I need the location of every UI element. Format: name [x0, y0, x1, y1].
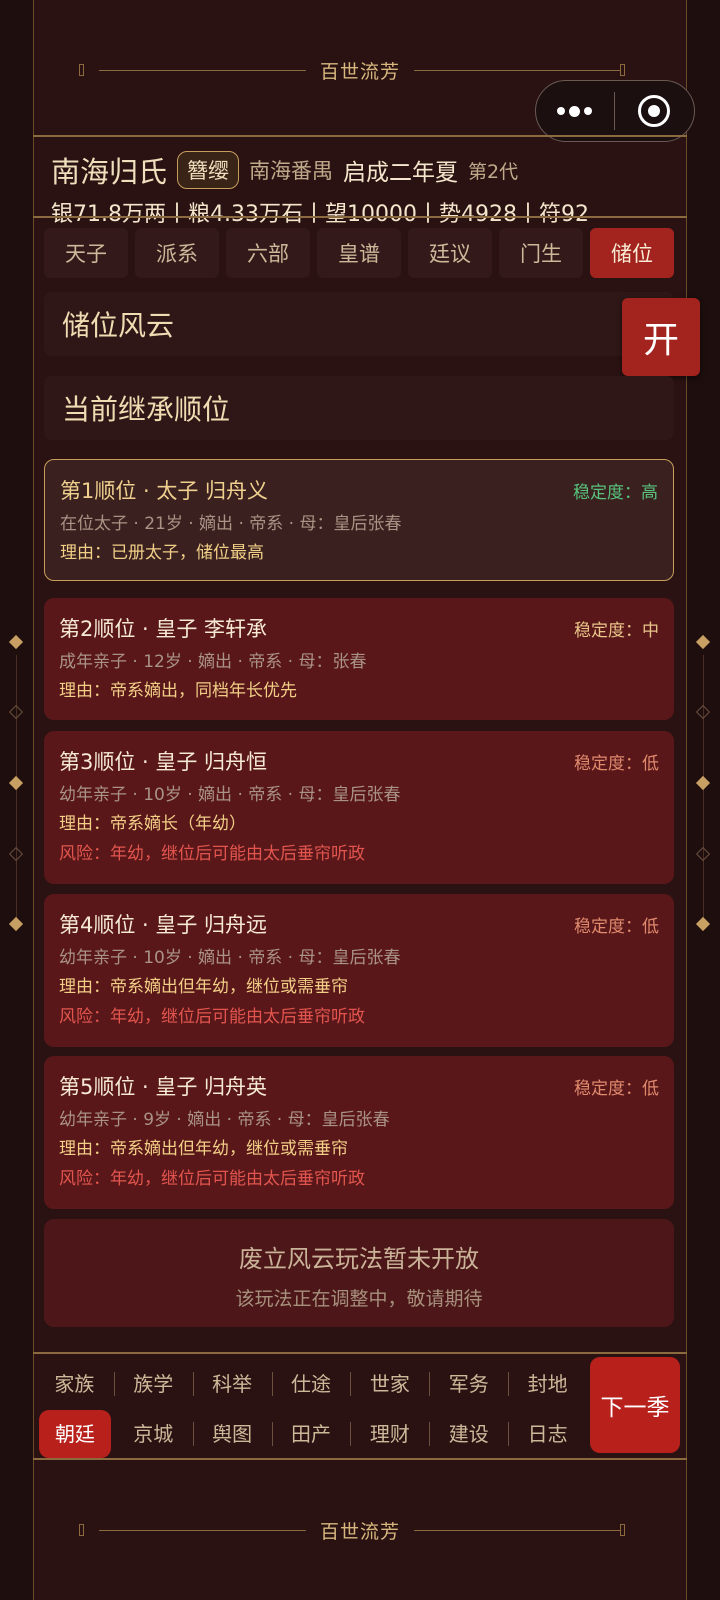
right-diamond-icon — [695, 916, 711, 932]
nav-item-licai[interactable]: 理财 — [350, 1410, 429, 1458]
bottom-nav: 家族 族学 科举 仕途 世家 军务 封地 朝廷 京城 舆图 田产 理财 建设 日… — [35, 1360, 587, 1458]
heir-title: 第3顺位 · 皇子 归舟恒 — [59, 750, 268, 774]
banner-cap-icon — [620, 64, 625, 76]
region-label: 南海番禺 — [249, 159, 334, 183]
heir-meta: 幼年亲子 · 10岁 · 嫡出 · 帝系 · 母：皇后张春 — [59, 948, 401, 968]
banner-line — [99, 70, 306, 71]
right-diamond-icon — [695, 775, 711, 791]
heir-card[interactable]: 第5顺位 · 皇子 归舟英 稳定度：低 幼年亲子 · 9岁 · 嫡出 · 帝系 … — [44, 1056, 674, 1209]
heir-title: 第1顺位 · 太子 归舟义 — [60, 479, 269, 503]
nav-item-keju[interactable]: 科举 — [192, 1360, 272, 1408]
tab-tianzi[interactable]: 天子 — [44, 228, 128, 278]
feature-notice: 废立风云玩法暂未开放 该玩法正在调整中，敬请期待 — [44, 1219, 674, 1327]
left-diamond-icon — [8, 775, 24, 791]
nav-item-yutu[interactable]: 舆图 — [192, 1410, 272, 1458]
banner-cap-icon — [620, 1524, 625, 1536]
nav-item-jiazu[interactable]: 家族 — [35, 1360, 114, 1408]
heir-risk: 风险：年幼，继位后可能由太后垂帘听政 — [59, 844, 365, 864]
heir-reason: 理由：帝系嫡出但年幼，继位或需垂帘 — [59, 1139, 348, 1159]
resources-line: 银71.8万两丨粮4.33万石丨望10000丨势4928丨符92 — [51, 202, 589, 227]
heir-card[interactable]: 第2顺位 · 皇子 李轩承 稳定度：中 成年亲子 · 12岁 · 嫡出 · 帝系… — [44, 598, 674, 720]
notice-title: 废立风云玩法暂未开放 — [239, 1245, 479, 1273]
nav-item-zuxue[interactable]: 族学 — [113, 1360, 193, 1408]
tab-liubu[interactable]: 六部 — [226, 228, 310, 278]
nav-item-rizhi[interactable]: 日志 — [508, 1410, 587, 1458]
heir-card[interactable]: 第3顺位 · 皇子 归舟恒 稳定度：低 幼年亲子 · 10岁 · 嫡出 · 帝系… — [44, 731, 674, 884]
right-diamond-icon — [695, 704, 711, 720]
miniprogram-capsule — [535, 80, 695, 142]
generation-label: 第2代 — [468, 160, 519, 183]
rank-badge: 簪缨 — [177, 151, 240, 189]
era-label: 启成二年夏 — [343, 160, 459, 186]
target-icon[interactable] — [615, 95, 695, 127]
heir-card[interactable]: 第4顺位 · 皇子 归舟远 稳定度：低 幼年亲子 · 10岁 · 嫡出 · 帝系… — [44, 894, 674, 1047]
tab-huangpu[interactable]: 皇谱 — [317, 228, 401, 278]
heir-title: 第5顺位 · 皇子 归舟英 — [59, 1075, 268, 1099]
left-diamond-icon — [8, 704, 24, 720]
heir-reason: 理由：帝系嫡出但年幼，继位或需垂帘 — [59, 977, 348, 997]
banner-line — [99, 1530, 306, 1531]
nav-item-shitu[interactable]: 仕途 — [271, 1360, 351, 1408]
nav-item-junwu[interactable]: 军务 — [429, 1360, 508, 1408]
banner-line — [414, 70, 621, 71]
tab-paixi[interactable]: 派系 — [135, 228, 219, 278]
left-ornament-line — [16, 655, 17, 930]
banner-cap-icon — [79, 64, 84, 76]
tab-mensheng[interactable]: 门生 — [499, 228, 583, 278]
heir-stability: 稳定度：低 — [574, 1078, 659, 1099]
heir-title: 第4顺位 · 皇子 归舟远 — [59, 913, 268, 937]
heir-stability: 稳定度：中 — [574, 620, 659, 641]
heir-meta: 在位太子 · 21岁 · 嫡出 · 帝系 · 母：皇后张春 — [60, 514, 402, 534]
heir-card[interactable]: 第1顺位 · 太子 归舟义 稳定度：高 在位太子 · 21岁 · 嫡出 · 帝系… — [44, 459, 674, 581]
header-divider-top — [33, 135, 687, 137]
heir-reason: 理由：帝系嫡出，同档年长优先 — [59, 681, 297, 701]
nav-divider-bottom — [33, 1458, 687, 1460]
header-divider-bottom — [33, 216, 687, 218]
tab-tingyi[interactable]: 廷议 — [408, 228, 492, 278]
more-dots-icon[interactable] — [536, 105, 614, 117]
left-diamond-icon — [8, 916, 24, 932]
bottom-banner: 百世流芳 — [33, 1500, 687, 1560]
heir-stability: 稳定度：低 — [574, 916, 659, 937]
heir-stability: 稳定度：低 — [574, 753, 659, 774]
banner-cap-icon — [79, 1524, 84, 1536]
nav-divider-top — [33, 1352, 687, 1354]
tab-chuwei[interactable]: 储位 — [590, 228, 674, 278]
right-diamond-icon — [695, 846, 711, 862]
nav-item-fengdi[interactable]: 封地 — [508, 1360, 587, 1408]
nav-item-shijia[interactable]: 世家 — [350, 1360, 429, 1408]
heir-stability: 稳定度：高 — [573, 482, 658, 503]
section-order-title: 当前继承顺位 — [44, 376, 674, 440]
heir-meta: 幼年亲子 · 10岁 · 嫡出 · 帝系 · 母：皇后张春 — [59, 785, 401, 805]
nav-item-tianchan[interactable]: 田产 — [271, 1410, 351, 1458]
heir-title: 第2顺位 · 皇子 李轩承 — [59, 617, 268, 641]
left-diamond-icon — [8, 846, 24, 862]
banner-title: 百世流芳 — [319, 1520, 400, 1543]
clan-name: 南海归氏 — [51, 155, 168, 189]
heir-meta: 成年亲子 · 12岁 · 嫡出 · 帝系 · 母：张春 — [59, 652, 367, 672]
banner-line — [414, 1530, 621, 1531]
right-diamond-icon — [695, 634, 711, 650]
right-ornament-line — [703, 655, 704, 930]
section-storm-title: 储位风云 — [44, 292, 674, 356]
heir-reason: 理由：已册太子，储位最高 — [60, 543, 264, 563]
nav-item-chaoting[interactable]: 朝廷 — [39, 1410, 111, 1458]
left-diamond-icon — [8, 634, 24, 650]
court-tabs: 天子 派系 六部 皇谱 廷议 门生 储位 — [44, 228, 674, 278]
next-season-button[interactable]: 下一季 — [590, 1357, 680, 1453]
notice-subtitle: 该玩法正在调整中，敬请期待 — [235, 1288, 483, 1310]
banner-title: 百世流芳 — [319, 60, 400, 83]
nav-item-jingcheng[interactable]: 京城 — [114, 1410, 193, 1458]
heir-meta: 幼年亲子 · 9岁 · 嫡出 · 帝系 · 母：皇后张春 — [59, 1110, 390, 1130]
heir-risk: 风险：年幼，继位后可能由太后垂帘听政 — [59, 1007, 365, 1027]
nav-item-jianshe[interactable]: 建设 — [429, 1410, 508, 1458]
heir-reason: 理由：帝系嫡长（年幼） — [59, 814, 246, 834]
heir-risk: 风险：年幼，继位后可能由太后垂帘听政 — [59, 1169, 365, 1189]
open-button[interactable]: 开 — [622, 298, 700, 376]
